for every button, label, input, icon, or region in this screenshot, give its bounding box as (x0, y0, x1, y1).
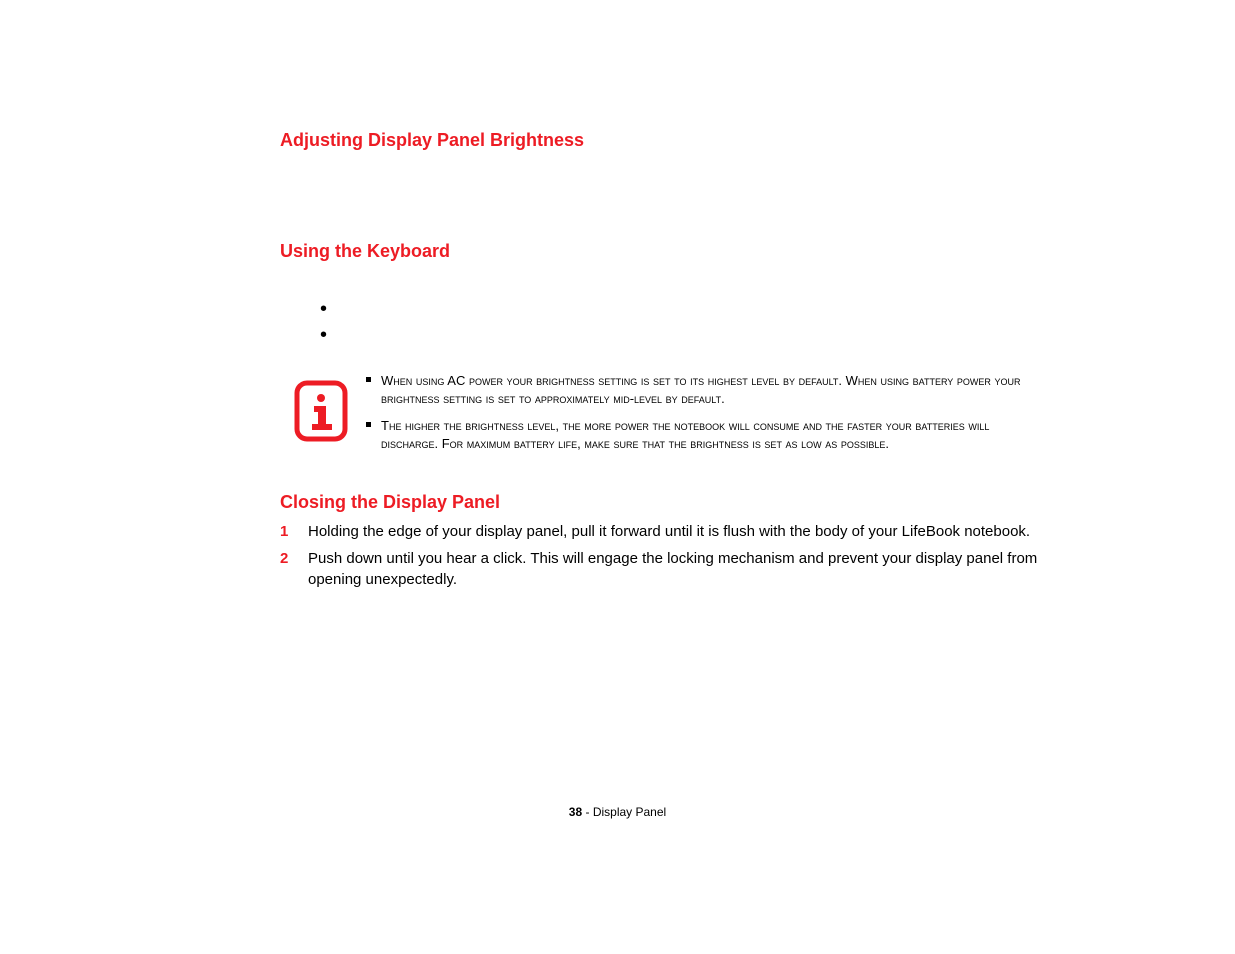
square-bullet-icon (366, 422, 371, 427)
info-content: When using AC power your brightness sett… (366, 372, 1055, 462)
section-adjusting-brightness: Adjusting Display Panel Brightness (280, 130, 1055, 151)
page-number: 38 (569, 805, 582, 819)
keyboard-bullet-list (280, 302, 1055, 342)
square-bullet-icon (366, 377, 371, 382)
info-callout: When using AC power your brightness sett… (280, 372, 1055, 462)
bullet-item (320, 328, 1055, 342)
heading-closing: Closing the Display Panel (280, 492, 1055, 513)
bullet-item (320, 302, 1055, 316)
step-text: Push down until you hear a click. This w… (308, 548, 1055, 590)
step-number: 1 (280, 521, 308, 542)
info-note: When using AC power your brightness sett… (366, 372, 1035, 407)
closing-step: 1 Holding the edge of your display panel… (280, 521, 1055, 542)
step-number: 2 (280, 548, 308, 569)
info-note: The higher the brightness level, the mor… (366, 417, 1035, 452)
section-closing-display: Closing the Display Panel 1 Holding the … (280, 492, 1055, 590)
section-using-keyboard: Using the Keyboard When using AC power y… (280, 241, 1055, 462)
closing-step: 2 Push down until you hear a click. This… (280, 548, 1055, 590)
info-note-text: When using AC power your brightness sett… (381, 372, 1035, 407)
footer-section-name: Display Panel (593, 805, 666, 819)
heading-adjusting: Adjusting Display Panel Brightness (280, 130, 1055, 151)
heading-keyboard: Using the Keyboard (280, 241, 1055, 262)
step-text: Holding the edge of your display panel, … (308, 521, 1055, 542)
page-footer: 38 - Display Panel (0, 805, 1235, 819)
page-content: Adjusting Display Panel Brightness Using… (0, 0, 1235, 590)
info-icon (294, 380, 348, 442)
info-note-text: The higher the brightness level, the mor… (381, 417, 1035, 452)
footer-separator: - (582, 805, 593, 819)
